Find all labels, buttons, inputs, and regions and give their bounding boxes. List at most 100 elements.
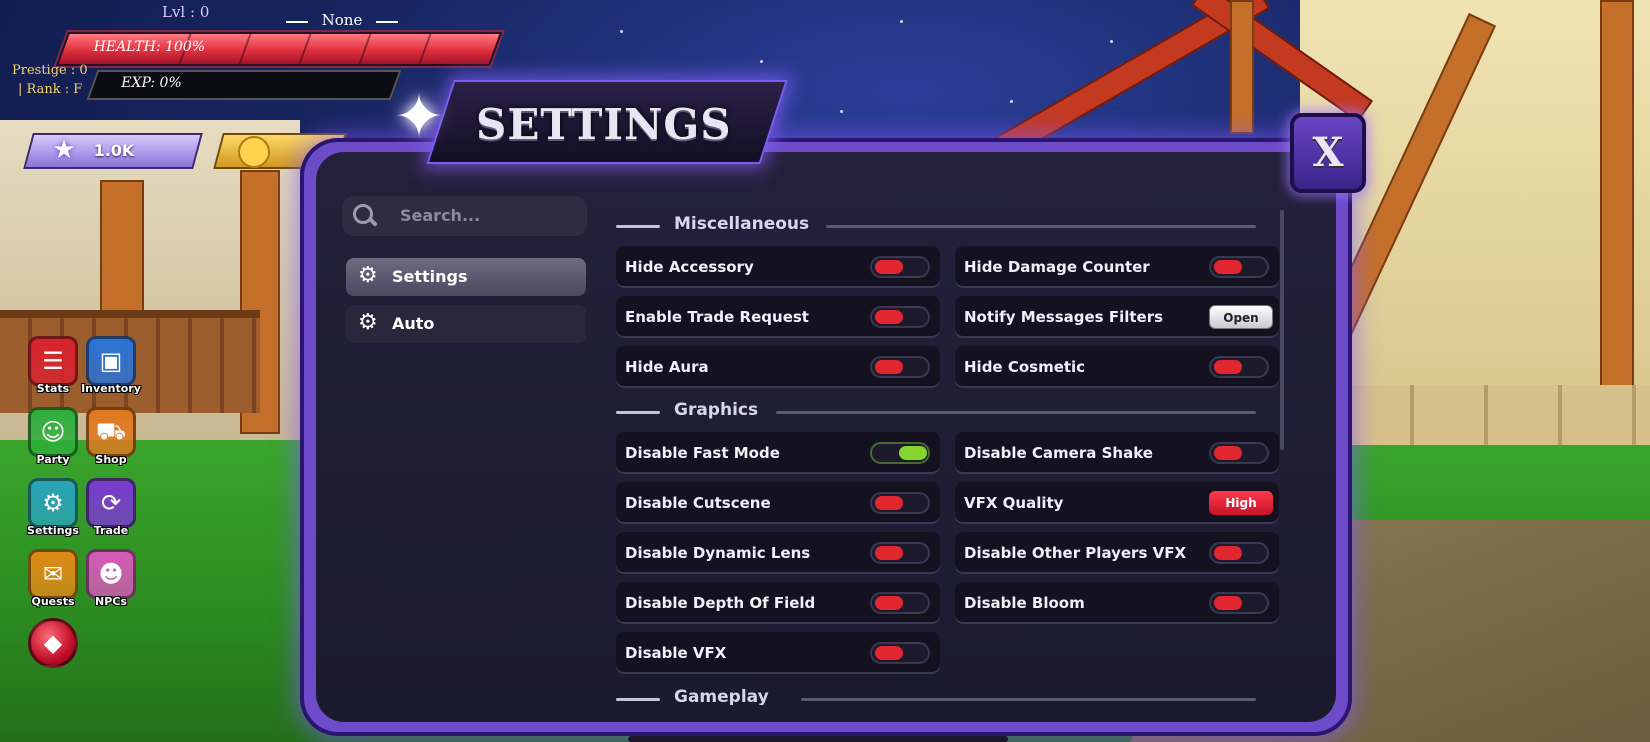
menu-button-trade[interactable]: ⟳ [86,478,136,528]
setting-option-button[interactable]: Open [1209,305,1273,329]
setting-row: Disable Other Players VFX [955,532,1279,574]
setting-toggle[interactable] [870,642,930,664]
close-button[interactable]: X [1290,113,1366,193]
setting-label: Disable Depth Of Field [625,594,816,612]
setting-label: Disable Other Players VFX [964,544,1187,562]
setting-toggle[interactable] [1209,442,1269,464]
toggle-knob [1214,546,1242,560]
menu-button-npcs[interactable]: ☻ [86,549,136,599]
toggle-knob [875,546,903,560]
scroll-icon: ✉ [42,560,64,588]
section-divider [616,698,660,701]
briefcase-icon: ▣ [99,347,123,375]
setting-option-button[interactable]: High [1209,491,1273,515]
setting-row: Hide Cosmetic [955,346,1279,388]
stone-wall [1340,385,1650,445]
menu-button-party[interactable]: ☺ [28,407,78,457]
people-icon: ☻ [98,560,124,588]
setting-toggle[interactable] [1209,256,1269,278]
setting-row: Disable Dynamic Lens [616,532,940,574]
settings-title: SETTINGS [476,100,732,149]
level-label: Lvl : 0 [162,3,210,21]
setting-label: Notify Messages Filters [964,308,1164,326]
cart-icon: ⛟ [95,416,127,445]
search-input[interactable]: Search... [342,196,587,236]
menu-label: NPCs [95,595,127,608]
section-header-graphics: Graphics [616,400,1256,424]
toggle-knob [875,360,903,374]
gear-icon: ⚙ [358,263,378,288]
player-title: None [286,11,398,29]
section-title: Graphics [674,400,759,420]
menu-button-settings[interactable]: ⚙ [28,478,78,528]
setting-row: Disable VFX [616,632,940,674]
diamond-icon: ◆ [43,629,63,657]
menu-label: Trade [93,524,129,537]
setting-toggle[interactable] [1209,356,1269,378]
menu-button-shop[interactable]: ⛟ [86,407,136,457]
setting-row: Hide Aura [616,346,940,388]
section-title: Miscellaneous [674,214,810,234]
setting-toggle[interactable] [1209,542,1269,564]
toggle-knob [899,446,927,460]
health-label: HEALTH: 100% [93,39,206,55]
close-icon: X [1312,129,1344,176]
setting-label: Disable Fast Mode [625,444,780,462]
setting-toggle[interactable] [870,306,930,328]
setting-toggle[interactable] [1209,592,1269,614]
setting-toggle[interactable] [870,592,930,614]
menu-button-stats[interactable]: ☰ [28,336,78,386]
setting-row: Enable Trade Request [616,296,940,338]
sidebar-item-settings[interactable]: ⚙ Settings [346,258,586,296]
setting-row: Disable Camera Shake [955,432,1279,474]
party-icon: ☺ [40,418,66,446]
section-divider [616,225,660,228]
toggle-knob [875,596,903,610]
health-bar: HEALTH: 100% [55,32,503,66]
section-divider [776,411,1256,414]
setting-toggle[interactable] [870,356,930,378]
setting-toggle[interactable] [870,442,930,464]
setting-row: VFX Quality High [955,482,1279,524]
toggle-knob [1214,360,1242,374]
setting-label: Disable VFX [625,644,727,662]
search-placeholder: Search... [400,206,481,225]
sidebar-item-label: Auto [392,314,435,333]
toggle-knob [875,310,903,324]
setting-row: Disable Fast Mode [616,432,940,474]
menu-label: Shop [95,453,127,466]
setting-row: Disable Bloom [955,582,1279,624]
settings-scrollbar[interactable] [1280,210,1284,450]
setting-label: Disable Cutscene [625,494,771,512]
setting-toggle[interactable] [870,256,930,278]
section-header-miscellaneous: Miscellaneous [616,214,1256,238]
stats-icon: ☰ [42,347,64,375]
menu-button-quests[interactable]: ✉ [28,549,78,599]
exp-label: EXP: 0% [121,75,182,91]
toggle-knob [875,260,903,274]
raid-button[interactable]: ◆ [28,618,78,668]
section-divider [616,411,660,414]
setting-label: Disable Dynamic Lens [625,544,811,562]
setting-row: Notify Messages Filters Open [955,296,1279,338]
sidebar-item-label: Settings [392,267,468,286]
setting-row: Disable Cutscene [616,482,940,524]
toggle-knob [1214,260,1242,274]
setting-toggle[interactable] [870,542,930,564]
menu-button-inventory[interactable]: ▣ [86,336,136,386]
setting-label: Disable Camera Shake [964,444,1153,462]
sidebar-item-auto[interactable]: ⚙ Auto [346,305,586,343]
section-divider [801,698,1256,701]
section-divider [826,225,1256,228]
trade-icon: ⟳ [100,489,122,517]
setting-toggle[interactable] [870,492,930,514]
panel-bottom-handle [628,736,1008,742]
toggle-knob [1214,596,1242,610]
setting-label: Hide Accessory [625,258,754,276]
menu-label: Inventory [81,382,141,395]
setting-label: Hide Cosmetic [964,358,1086,376]
section-header-gameplay: Gameplay [616,687,1256,705]
exp-bar: EXP: 0% [86,70,402,100]
sparkle-icon: ✦ [393,82,445,152]
gold-coin-icon [238,136,270,168]
